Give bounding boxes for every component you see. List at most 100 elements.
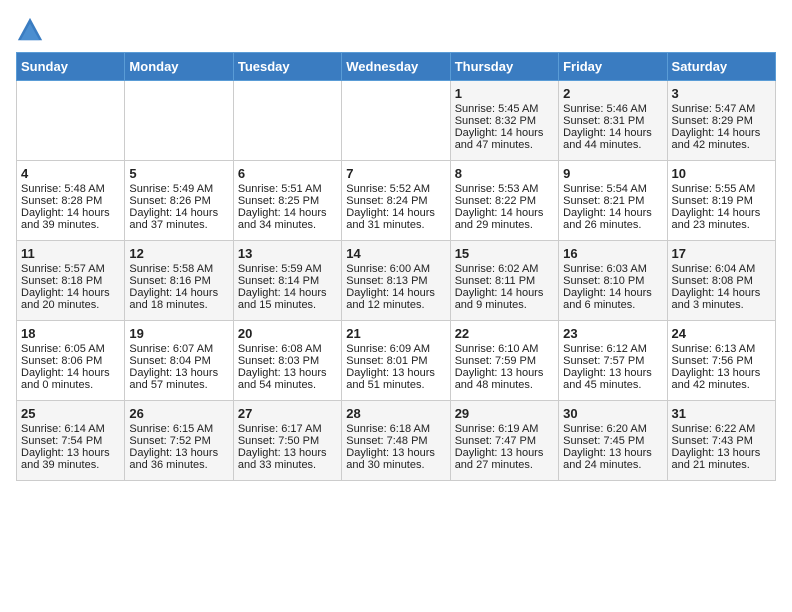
cell-info: Sunrise: 5:48 AM	[21, 183, 120, 195]
column-header-wednesday: Wednesday	[342, 53, 450, 81]
calendar-week-1: 1Sunrise: 5:45 AMSunset: 8:32 PMDaylight…	[17, 81, 776, 161]
cell-info: Sunset: 7:54 PM	[21, 435, 120, 447]
cell-info: Daylight: 14 hours and 44 minutes.	[563, 127, 662, 151]
day-number: 3	[672, 86, 771, 101]
cell-info: Daylight: 14 hours and 6 minutes.	[563, 287, 662, 311]
cell-info: Sunset: 8:14 PM	[238, 275, 337, 287]
logo-icon	[16, 16, 44, 44]
cell-info: Sunset: 7:59 PM	[455, 355, 554, 367]
day-number: 18	[21, 326, 120, 341]
day-number: 28	[346, 406, 445, 421]
cell-info: Sunrise: 6:10 AM	[455, 343, 554, 355]
cell-info: Sunrise: 6:13 AM	[672, 343, 771, 355]
calendar-cell: 26Sunrise: 6:15 AMSunset: 7:52 PMDayligh…	[125, 401, 233, 481]
calendar-week-5: 25Sunrise: 6:14 AMSunset: 7:54 PMDayligh…	[17, 401, 776, 481]
calendar-cell	[342, 81, 450, 161]
cell-info: Sunset: 8:10 PM	[563, 275, 662, 287]
cell-info: Sunset: 8:18 PM	[21, 275, 120, 287]
day-number: 11	[21, 246, 120, 261]
cell-info: Sunset: 8:32 PM	[455, 115, 554, 127]
cell-info: Daylight: 13 hours and 42 minutes.	[672, 367, 771, 391]
day-number: 13	[238, 246, 337, 261]
cell-info: Daylight: 13 hours and 57 minutes.	[129, 367, 228, 391]
cell-info: Daylight: 14 hours and 23 minutes.	[672, 207, 771, 231]
cell-info: Daylight: 14 hours and 9 minutes.	[455, 287, 554, 311]
cell-info: Sunrise: 5:53 AM	[455, 183, 554, 195]
calendar-header-row: SundayMondayTuesdayWednesdayThursdayFrid…	[17, 53, 776, 81]
cell-info: Sunset: 7:52 PM	[129, 435, 228, 447]
calendar-cell: 28Sunrise: 6:18 AMSunset: 7:48 PMDayligh…	[342, 401, 450, 481]
cell-info: Sunrise: 6:19 AM	[455, 423, 554, 435]
day-number: 10	[672, 166, 771, 181]
cell-info: Sunrise: 5:52 AM	[346, 183, 445, 195]
cell-info: Sunrise: 6:00 AM	[346, 263, 445, 275]
calendar-cell: 19Sunrise: 6:07 AMSunset: 8:04 PMDayligh…	[125, 321, 233, 401]
cell-info: Daylight: 14 hours and 3 minutes.	[672, 287, 771, 311]
calendar-cell: 29Sunrise: 6:19 AMSunset: 7:47 PMDayligh…	[450, 401, 558, 481]
day-number: 23	[563, 326, 662, 341]
cell-info: Sunrise: 6:20 AM	[563, 423, 662, 435]
cell-info: Sunset: 8:22 PM	[455, 195, 554, 207]
cell-info: Daylight: 14 hours and 42 minutes.	[672, 127, 771, 151]
calendar-cell: 22 Sunrise: 6:10 AMSunset: 7:59 PMDayligh…	[450, 321, 558, 401]
day-number: 24	[672, 326, 771, 341]
cell-info: Daylight: 13 hours and 33 minutes.	[238, 447, 337, 471]
cell-info: Sunrise: 5:55 AM	[672, 183, 771, 195]
calendar-cell: 15Sunrise: 6:02 AMSunset: 8:11 PMDayligh…	[450, 241, 558, 321]
cell-info: Sunset: 8:13 PM	[346, 275, 445, 287]
cell-info: Daylight: 13 hours and 48 minutes.	[455, 367, 554, 391]
day-number: 16	[563, 246, 662, 261]
calendar-cell: 31Sunrise: 6:22 AMSunset: 7:43 PMDayligh…	[667, 401, 775, 481]
calendar-cell: 4Sunrise: 5:48 AMSunset: 8:28 PMDaylight…	[17, 161, 125, 241]
day-number: 17	[672, 246, 771, 261]
column-header-sunday: Sunday	[17, 53, 125, 81]
cell-info: Sunset: 7:47 PM	[455, 435, 554, 447]
day-number: 20	[238, 326, 337, 341]
cell-info: Sunset: 8:21 PM	[563, 195, 662, 207]
cell-info: Sunset: 7:48 PM	[346, 435, 445, 447]
cell-info: Sunset: 8:11 PM	[455, 275, 554, 287]
calendar-cell: 12Sunrise: 5:58 AMSunset: 8:16 PMDayligh…	[125, 241, 233, 321]
column-header-thursday: Thursday	[450, 53, 558, 81]
day-number: 6	[238, 166, 337, 181]
calendar-cell: 5Sunrise: 5:49 AMSunset: 8:26 PMDaylight…	[125, 161, 233, 241]
cell-info: Sunset: 7:57 PM	[563, 355, 662, 367]
calendar-cell: 30Sunrise: 6:20 AMSunset: 7:45 PMDayligh…	[559, 401, 667, 481]
cell-info: Sunrise: 5:51 AM	[238, 183, 337, 195]
cell-info: Sunset: 8:19 PM	[672, 195, 771, 207]
calendar-cell: 14Sunrise: 6:00 AMSunset: 8:13 PMDayligh…	[342, 241, 450, 321]
calendar-week-4: 18Sunrise: 6:05 AMSunset: 8:06 PMDayligh…	[17, 321, 776, 401]
calendar-cell: 6Sunrise: 5:51 AMSunset: 8:25 PMDaylight…	[233, 161, 341, 241]
day-number: 30	[563, 406, 662, 421]
day-number: 1	[455, 86, 554, 101]
calendar-cell: 23Sunrise: 6:12 AMSunset: 7:57 PMDayligh…	[559, 321, 667, 401]
calendar-cell: 21Sunrise: 6:09 AMSunset: 8:01 PMDayligh…	[342, 321, 450, 401]
day-number: 2	[563, 86, 662, 101]
cell-info: Daylight: 14 hours and 39 minutes.	[21, 207, 120, 231]
cell-info: Daylight: 14 hours and 29 minutes.	[455, 207, 554, 231]
cell-info: Sunset: 8:08 PM	[672, 275, 771, 287]
cell-info: Daylight: 14 hours and 34 minutes.	[238, 207, 337, 231]
calendar-cell	[17, 81, 125, 161]
cell-info: Daylight: 13 hours and 24 minutes.	[563, 447, 662, 471]
cell-info: Sunrise: 6:14 AM	[21, 423, 120, 435]
column-header-friday: Friday	[559, 53, 667, 81]
cell-info: Sunset: 8:29 PM	[672, 115, 771, 127]
day-number: 22	[455, 326, 554, 341]
column-header-tuesday: Tuesday	[233, 53, 341, 81]
cell-info: Daylight: 14 hours and 15 minutes.	[238, 287, 337, 311]
cell-info: Daylight: 14 hours and 0 minutes.	[21, 367, 120, 391]
cell-info: Sunrise: 6:15 AM	[129, 423, 228, 435]
calendar-cell: 10 Sunrise: 5:55 AMSunset: 8:19 PMDayligh…	[667, 161, 775, 241]
cell-info: Sunrise: 6:09 AM	[346, 343, 445, 355]
cell-info: Daylight: 14 hours and 20 minutes.	[21, 287, 120, 311]
calendar-cell: 9Sunrise: 5:54 AMSunset: 8:21 PMDaylight…	[559, 161, 667, 241]
calendar-cell: 25Sunrise: 6:14 AMSunset: 7:54 PMDayligh…	[17, 401, 125, 481]
calendar-cell: 3 Sunrise: 5:47 AMSunset: 8:29 PMDaylight…	[667, 81, 775, 161]
cell-info: Sunrise: 5:47 AM	[672, 103, 771, 115]
cell-info: Sunrise: 6:04 AM	[672, 263, 771, 275]
cell-info: Sunrise: 6:17 AM	[238, 423, 337, 435]
cell-info: Sunrise: 5:46 AM	[563, 103, 662, 115]
calendar-cell: 13Sunrise: 5:59 AMSunset: 8:14 PMDayligh…	[233, 241, 341, 321]
calendar-cell: 27Sunrise: 6:17 AMSunset: 7:50 PMDayligh…	[233, 401, 341, 481]
